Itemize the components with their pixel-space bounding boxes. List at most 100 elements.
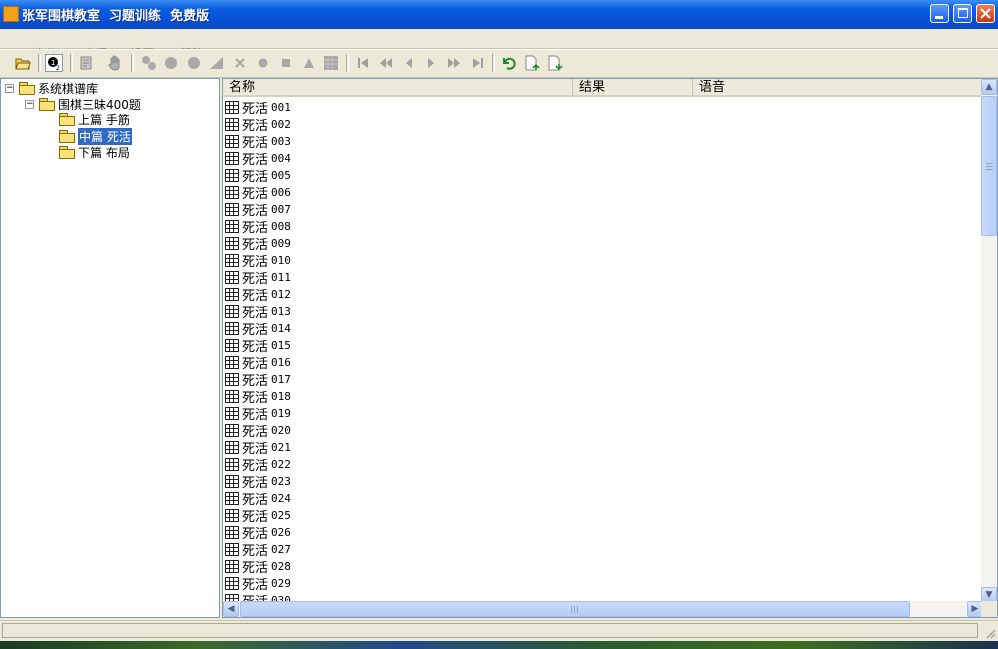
- triangle-mark-button[interactable]: [208, 54, 226, 72]
- list-item[interactable]: 死活 004: [223, 150, 983, 168]
- stones-icon: [142, 56, 156, 70]
- white-stone-button[interactable]: [185, 54, 203, 72]
- board-record-icon: [225, 271, 239, 284]
- move-number-toggle[interactable]: 12: [45, 54, 63, 72]
- item-number: 001: [271, 101, 291, 114]
- stone-group-button[interactable]: [140, 54, 158, 72]
- item-number: 020: [271, 424, 291, 437]
- item-number: 028: [271, 560, 291, 573]
- board-record-icon: [225, 118, 239, 131]
- list-item[interactable]: 死活 023: [223, 473, 983, 491]
- list-item[interactable]: 死活 002: [223, 116, 983, 134]
- open-folder-button[interactable]: [14, 54, 32, 72]
- cross-mark-button[interactable]: [231, 54, 249, 72]
- toolbar: 12: [0, 49, 998, 78]
- list-item[interactable]: 死活 014: [223, 320, 983, 338]
- circle-mark-button[interactable]: [254, 54, 272, 72]
- horizontal-scrollbar[interactable]: ◀ ▶: [223, 601, 983, 617]
- item-number: 014: [271, 322, 291, 335]
- list-item[interactable]: 死活 029: [223, 575, 983, 593]
- item-number: 004: [271, 152, 291, 165]
- prev-move-button[interactable]: [400, 54, 418, 72]
- collapse-book-icon[interactable]: −: [25, 100, 34, 109]
- board-area-button[interactable]: [322, 54, 340, 72]
- collapse-root-icon[interactable]: −: [5, 84, 14, 93]
- page-down-icon: [548, 55, 563, 71]
- status-bar: [0, 620, 998, 641]
- black-stone-button[interactable]: [162, 54, 180, 72]
- list-item[interactable]: 死活 010: [223, 252, 983, 270]
- list-item[interactable]: 死活 003: [223, 133, 983, 151]
- list-item[interactable]: 死活 017: [223, 371, 983, 389]
- svg-text:2: 2: [56, 65, 60, 70]
- item-number: 024: [271, 492, 291, 505]
- vertical-scrollbar[interactable]: ▲ ▼: [981, 79, 997, 603]
- window-title: 张军围棋教室 习题训练 免费版: [22, 9, 210, 24]
- board-record-icon: [225, 339, 239, 352]
- list-item[interactable]: 死活 019: [223, 405, 983, 423]
- close-button[interactable]: [976, 4, 995, 23]
- list-item[interactable]: 死活 006: [223, 184, 983, 202]
- list-item[interactable]: 死活 024: [223, 490, 983, 508]
- list-item[interactable]: 死活 013: [223, 303, 983, 321]
- list-item[interactable]: 死活 015: [223, 337, 983, 355]
- tree-item-root[interactable]: 系统棋谱库: [19, 80, 98, 96]
- list-item[interactable]: 死活 011: [223, 269, 983, 287]
- scroll-up-button[interactable]: ▲: [981, 79, 997, 95]
- add-above-button[interactable]: [523, 54, 541, 72]
- hand-icon: [108, 55, 120, 71]
- list-item[interactable]: 死活 027: [223, 541, 983, 559]
- vertical-scroll-thumb[interactable]: [981, 96, 997, 236]
- item-number: 003: [271, 135, 291, 148]
- column-header-result[interactable]: 结果: [573, 79, 693, 97]
- column-header-name[interactable]: 名称: [223, 79, 573, 97]
- list-rows: 死活 001 死活 002 死活 003 死活 004 死活 005 死活 006 死活 007 死活 008…: [223, 99, 983, 603]
- last-move-button[interactable]: [469, 54, 487, 72]
- triangle-button[interactable]: [300, 54, 318, 72]
- list-item[interactable]: 死活 009: [223, 235, 983, 253]
- list-item[interactable]: 死活 021: [223, 439, 983, 457]
- minimize-button[interactable]: [930, 4, 949, 23]
- horizontal-scroll-thumb[interactable]: [240, 601, 910, 617]
- list-item[interactable]: 死活 001: [223, 99, 983, 117]
- list-item[interactable]: 死活 012: [223, 286, 983, 304]
- fast-forward-button[interactable]: [445, 54, 463, 72]
- next-move-button[interactable]: [422, 54, 440, 72]
- list-item[interactable]: 死活 007: [223, 201, 983, 219]
- comment-button[interactable]: [77, 54, 95, 72]
- title-bar[interactable]: 张军围棋教室 习题训练 免费版: [0, 0, 998, 30]
- list-item[interactable]: 死活 008: [223, 218, 983, 236]
- tree-item-opening[interactable]: 下篇 布局: [59, 144, 130, 160]
- list-item[interactable]: 死活 025: [223, 507, 983, 525]
- scroll-left-button[interactable]: ◀: [223, 601, 239, 617]
- resize-grip-icon[interactable]: [984, 627, 996, 639]
- board-record-icon: [225, 458, 239, 471]
- list-item[interactable]: 死活 016: [223, 354, 983, 372]
- scroll-corner: [981, 601, 997, 617]
- square-mark-icon: [282, 59, 290, 67]
- board-record-icon: [225, 373, 239, 386]
- list-item[interactable]: 死活 005: [223, 167, 983, 185]
- add-below-button[interactable]: [546, 54, 564, 72]
- list-item[interactable]: 死活 020: [223, 422, 983, 440]
- first-move-button[interactable]: [354, 54, 372, 72]
- item-number: 013: [271, 305, 291, 318]
- problem-list: 名称 结果 语音 死活 001 死活 002 死活 003 死活 004 死活 005 死活 006 死…: [222, 78, 998, 618]
- triangle-mark-icon: [210, 57, 223, 69]
- list-item[interactable]: 死活 018: [223, 388, 983, 406]
- list-item[interactable]: 死活 028: [223, 558, 983, 576]
- item-number: 022: [271, 458, 291, 471]
- board-record-icon: [225, 186, 239, 199]
- tree-item-tesuji[interactable]: 上篇 手筋: [59, 111, 130, 127]
- list-item[interactable]: 死活 026: [223, 524, 983, 542]
- board-record-icon: [225, 237, 239, 250]
- tree-item-life-death[interactable]: 中篇 死活: [59, 127, 132, 145]
- square-mark-button[interactable]: [277, 54, 295, 72]
- list-item[interactable]: 死活 022: [223, 456, 983, 474]
- hint-hand-button[interactable]: [106, 54, 124, 72]
- column-header-voice[interactable]: 语音: [693, 79, 983, 97]
- app-logo-icon[interactable]: [3, 6, 19, 22]
- fast-back-button[interactable]: [377, 54, 395, 72]
- maximize-button[interactable]: [953, 4, 972, 23]
- undo-button[interactable]: [499, 54, 517, 72]
